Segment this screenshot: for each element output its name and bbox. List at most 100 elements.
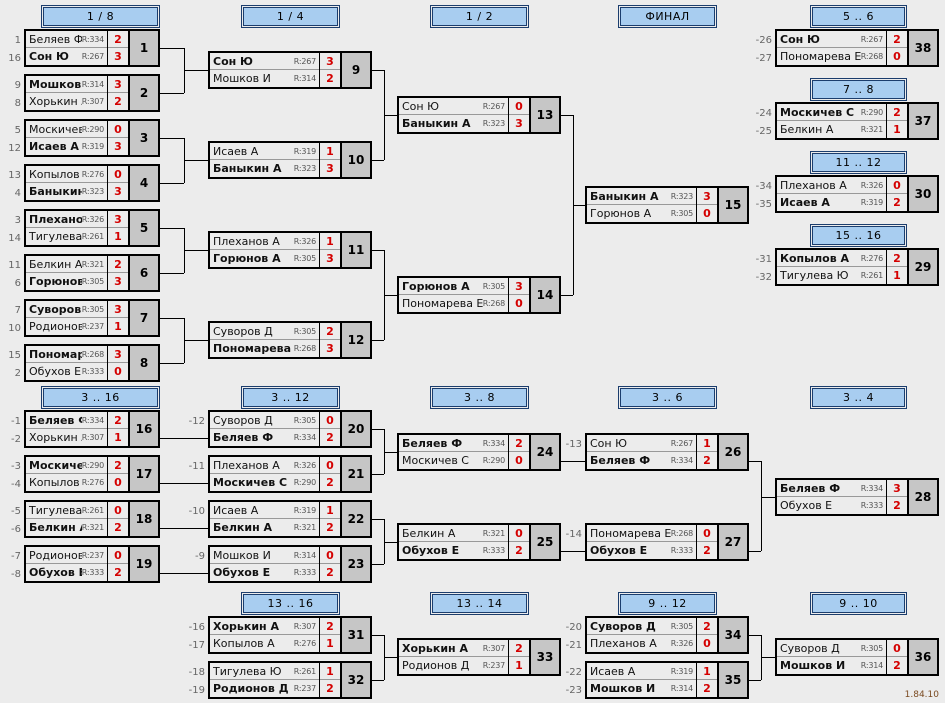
player-row[interactable]: Плеханов АR:326 [587,635,696,652]
match-box-33[interactable]: Хорькин А R:307 Родионов Д R:237 2 1 33 [397,638,561,676]
player-row[interactable]: Сон Ю R:267 [587,435,696,453]
player-row[interactable]: Москичев СR:290 [26,457,107,475]
player-row[interactable]: Пономарева ЕR:268 [587,525,696,543]
match-box-35[interactable]: Исаев А R:319 Мошков И R:314 1 2 35 [585,661,749,699]
player-row[interactable]: Копылов АR:276 [26,166,107,184]
match-box-21[interactable]: Плеханов А R:326 Москичев С R:290 0 2 21 [208,455,372,493]
player-row[interactable]: Исаев А R:319 [210,502,319,520]
round-label-r-9-12[interactable]: 9 .. 12 [618,592,717,615]
player-row[interactable]: Москичев СR:290 [399,452,508,469]
match-box-13[interactable]: Сон Ю R:267 Баныкин А R:323 0 3 13 [397,96,561,134]
player-row[interactable]: Копылов АR:276 [210,635,319,652]
player-row[interactable]: Хорькин АR:307 [399,640,508,658]
match-box-7[interactable]: Суворов ДR:305Родионов ДR:237317 [24,299,160,337]
match-box-3[interactable]: Москичев СR:290Исаев АR:319033 [24,119,160,157]
player-row[interactable]: Пономарева ЕR:268 [26,346,107,364]
round-label-r-3-16[interactable]: 3 .. 16 [41,386,160,409]
player-row[interactable]: Копылов АR:276 [26,474,107,491]
player-row[interactable]: Сон Ю R:267 [210,53,319,71]
player-row[interactable]: Тигулева ЮR:261 [26,228,107,245]
player-row[interactable]: Суворов ДR:305 [210,412,319,430]
round-label-r-15-16[interactable]: 15 .. 16 [810,224,907,247]
player-row[interactable]: Обухов Е R:333 [26,363,107,380]
player-row[interactable]: Обухов Е R:333 [210,564,319,581]
player-row[interactable]: Плеханов АR:326 [210,233,319,251]
match-box-37[interactable]: Москичев С R:290 Белкин А R:321 2 1 37 [775,102,939,140]
player-row[interactable]: Исаев А R:319 [587,663,696,681]
round-label-r-3-8[interactable]: 3 .. 8 [430,386,529,409]
player-row[interactable]: Москичев СR:290 [210,474,319,491]
player-row[interactable]: Родионов ДR:237 [210,680,319,697]
player-row[interactable]: Тигулева ЮR:261 [210,663,319,681]
round-label-r-7-8[interactable]: 7 .. 8 [810,78,907,101]
match-box-12[interactable]: Суворов Д R:305 Пономарева Е R:268 2 3 12 [208,321,372,359]
match-box-4[interactable]: Копылов АR:276Баныкин АR:323034 [24,164,160,202]
player-row[interactable]: Обухов Е R:333 [26,564,107,581]
match-box-20[interactable]: Суворов Д R:305 Беляев Ф R:334 0 2 20 [208,410,372,448]
match-box-10[interactable]: Исаев А R:319 Баныкин А R:323 1 3 10 [208,141,372,179]
player-row[interactable]: Тигулева ЮR:261 [777,267,886,284]
round-label-r-3-12[interactable]: 3 .. 12 [241,386,340,409]
player-row[interactable]: Беляев ФR:334 [26,31,107,49]
match-box-26[interactable]: Сон Ю R:267 Беляев Ф R:334 1 2 26 [585,433,749,471]
player-row[interactable]: Белкин АR:321 [777,121,886,138]
match-box-17[interactable]: Москичев СR:290Копылов АR:2762017 [24,455,160,493]
round-label-r-1-2[interactable]: 1 / 2 [430,5,529,28]
player-row[interactable]: Сон Ю R:267 [399,98,508,116]
match-box-23[interactable]: Мошков И R:314 Обухов Е R:333 0 2 23 [208,545,372,583]
player-row[interactable]: Беляев ФR:334 [26,412,107,430]
player-row[interactable]: Плеханов АR:326 [777,177,886,195]
player-row[interactable]: Белкин АR:321 [26,519,107,536]
player-row[interactable]: Плеханов АR:326 [26,211,107,229]
player-row[interactable]: Москичев СR:290 [777,104,886,122]
player-row[interactable]: Белкин АR:321 [26,256,107,274]
player-row[interactable]: Мошков ИR:314 [26,76,107,94]
player-row[interactable]: Белкин АR:321 [210,519,319,536]
player-row[interactable]: Горюнов АR:305 [399,278,508,296]
player-row[interactable]: Родионов ДR:237 [399,657,508,674]
player-row[interactable]: Пономарева ЕR:268 [210,340,319,357]
round-label-r-9-10[interactable]: 9 .. 10 [810,592,907,615]
player-row[interactable]: Исаев А R:319 [210,143,319,161]
player-row[interactable]: Мошков ИR:314 [777,657,886,674]
round-label-r-final[interactable]: ФИНАЛ [618,5,717,28]
player-row[interactable]: Сон Ю R:267 [777,31,886,49]
round-label-r-5-6[interactable]: 5 .. 6 [810,5,907,28]
match-box-30[interactable]: Плеханов А R:326 Исаев А R:319 0 2 30 [775,175,939,213]
match-box-15[interactable]: Баныкин А R:323 Горюнов А R:305 3 0 15 [585,186,749,224]
match-box-36[interactable]: Суворов Д R:305 Мошков И R:314 0 2 36 [775,638,939,676]
match-box-31[interactable]: Хорькин А R:307 Копылов А R:276 2 1 31 [208,616,372,654]
match-box-11[interactable]: Плеханов А R:326 Горюнов А R:305 1 3 11 [208,231,372,269]
player-row[interactable]: Суворов ДR:305 [210,323,319,341]
match-box-28[interactable]: Беляев Ф R:334 Обухов Е R:333 3 2 28 [775,478,939,516]
match-box-18[interactable]: Тигулева ЮR:261Белкин АR:3210218 [24,500,160,538]
match-box-29[interactable]: Копылов А R:276 Тигулева Ю R:261 2 1 29 [775,248,939,286]
match-box-14[interactable]: Горюнов А R:305 Пономарева Е R:268 3 0 14 [397,276,561,314]
match-box-34[interactable]: Суворов Д R:305 Плеханов А R:326 2 0 34 [585,616,749,654]
player-row[interactable]: Хорькин АR:307 [26,93,107,110]
match-box-27[interactable]: Пономарева Е R:268 Обухов Е R:333 0 2 27 [585,523,749,561]
player-row[interactable]: Горюнов АR:305 [587,205,696,222]
player-row[interactable]: Родионов ДR:237 [26,318,107,335]
round-label-r-1-8[interactable]: 1 / 8 [41,5,160,28]
round-label-r-11-12[interactable]: 11 .. 12 [810,151,907,174]
round-label-r-1-4[interactable]: 1 / 4 [241,5,340,28]
player-row[interactable]: Горюнов АR:305 [210,250,319,267]
player-row[interactable]: Баныкин АR:323 [26,183,107,200]
player-row[interactable]: Исаев А R:319 [26,138,107,155]
player-row[interactable]: Хорькин АR:307 [210,618,319,636]
player-row[interactable]: Обухов Е R:333 [399,542,508,559]
player-row[interactable]: Суворов ДR:305 [777,640,886,658]
match-box-22[interactable]: Исаев А R:319 Белкин А R:321 1 2 22 [208,500,372,538]
match-box-8[interactable]: Пономарева ЕR:268Обухов ЕR:333308 [24,344,160,382]
round-label-r-3-6[interactable]: 3 .. 6 [618,386,717,409]
match-box-16[interactable]: Беляев ФR:334Хорькин АR:3072116 [24,410,160,448]
player-row[interactable]: Пономарева ЕR:268 [777,48,886,65]
player-row[interactable]: Суворов ДR:305 [26,301,107,319]
round-label-r-3-4[interactable]: 3 .. 4 [810,386,907,409]
player-row[interactable]: Горюнов АR:305 [26,273,107,290]
match-box-24[interactable]: Беляев Ф R:334 Москичев С R:290 2 0 24 [397,433,561,471]
player-row[interactable]: Мошков ИR:314 [587,680,696,697]
round-label-r-13-16[interactable]: 13 .. 16 [241,592,340,615]
match-box-1[interactable]: Беляев Ф R:334 Сон Ю R:267 2 3 1 [24,29,160,67]
